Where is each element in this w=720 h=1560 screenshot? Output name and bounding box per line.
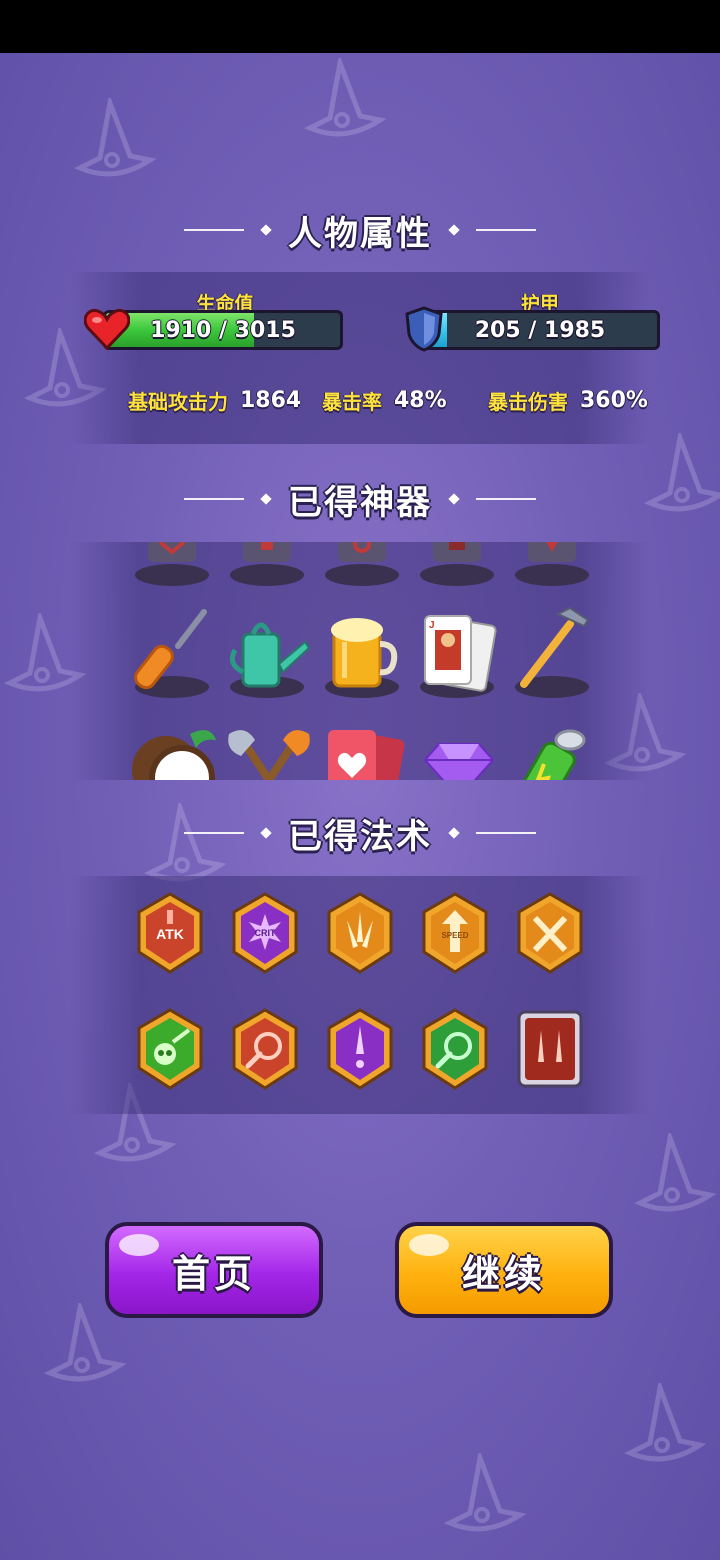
artifact-item[interactable] bbox=[225, 542, 315, 592]
artifact-grid[interactable]: J bbox=[70, 542, 650, 780]
crit-up-spell-icon[interactable]: CRIT bbox=[230, 892, 300, 974]
svg-text:J: J bbox=[429, 620, 435, 631]
beer-mug-icon[interactable] bbox=[320, 594, 410, 704]
crit-damage-label: 暴击伤害 bbox=[488, 389, 568, 414]
multishot-spell-icon[interactable] bbox=[325, 892, 395, 974]
continue-button-label: 继续 bbox=[461, 1251, 546, 1296]
crossed-swords-spell-icon[interactable] bbox=[515, 892, 585, 974]
witch-hat-icon bbox=[444, 1453, 527, 1532]
witch-hat-icon bbox=[44, 1303, 127, 1382]
watering-can-icon[interactable] bbox=[225, 594, 315, 704]
spells-section-title: 已得法术 bbox=[0, 808, 720, 858]
artifact-item[interactable] bbox=[130, 542, 220, 592]
crit-damage-stat: 暴击伤害 360% bbox=[488, 384, 648, 416]
playing-card-jack-icon[interactable]: J bbox=[415, 594, 505, 704]
status-bar bbox=[0, 0, 720, 53]
spells-title: 已得法术 bbox=[288, 816, 432, 857]
armor-bar: 205 / 1985 bbox=[420, 310, 660, 350]
artifact-item[interactable] bbox=[415, 542, 505, 592]
artifact-item[interactable] bbox=[510, 542, 600, 592]
crit-rate-label: 暴击率 bbox=[322, 389, 382, 414]
attack-value: 1864 bbox=[240, 387, 302, 413]
continue-button[interactable]: 继续 bbox=[395, 1222, 613, 1318]
heart-card-icon[interactable] bbox=[320, 714, 410, 780]
coconut-icon[interactable] bbox=[130, 714, 220, 780]
speed-up-spell-icon[interactable]: SPEED bbox=[420, 892, 490, 974]
poison-skull-spell-icon[interactable] bbox=[135, 1008, 205, 1090]
attack-label: 基础攻击力 bbox=[128, 389, 228, 414]
crit-spell-label: CRIT bbox=[255, 928, 276, 938]
diamond-icon[interactable] bbox=[415, 714, 505, 780]
battery-icon[interactable] bbox=[510, 714, 600, 780]
health-value: 1910 / 3015 bbox=[150, 317, 296, 343]
green-orb-spell-icon[interactable] bbox=[420, 1008, 490, 1090]
crit-rate-value: 48% bbox=[394, 387, 447, 413]
armor-value: 205 / 1985 bbox=[474, 317, 606, 343]
atk-spell-label: ATK bbox=[156, 926, 184, 942]
artifacts-title: 已得神器 bbox=[288, 482, 432, 523]
attributes-title: 人物属性 bbox=[288, 213, 432, 254]
heart-icon bbox=[84, 309, 130, 350]
attributes-section-title: 人物属性 bbox=[0, 205, 720, 255]
crit-rate-stat: 暴击率 48% bbox=[322, 384, 447, 416]
artifacts-section-title: 已得神器 bbox=[0, 474, 720, 524]
witch-hat-icon bbox=[74, 98, 157, 177]
double-arrow-spell-icon[interactable] bbox=[515, 1008, 585, 1090]
health-bar: 1910 / 3015 bbox=[103, 310, 343, 350]
piercing-arrow-spell-icon[interactable] bbox=[325, 1008, 395, 1090]
crit-damage-value: 360% bbox=[580, 387, 648, 413]
witch-hat-icon bbox=[624, 1383, 707, 1462]
witch-hat-icon bbox=[304, 58, 387, 137]
atk-up-spell-icon[interactable]: ATK bbox=[135, 892, 205, 974]
witch-hat-icon bbox=[634, 1133, 717, 1212]
speed-spell-label: SPEED bbox=[441, 931, 468, 940]
home-button-label: 首页 bbox=[171, 1251, 256, 1296]
home-button[interactable]: 首页 bbox=[105, 1222, 323, 1318]
crossed-axes-icon[interactable] bbox=[225, 714, 315, 780]
artifact-item[interactable] bbox=[320, 542, 410, 592]
attack-stat: 基础攻击力 1864 bbox=[128, 384, 301, 416]
shield-icon bbox=[405, 306, 443, 352]
fire-orb-spell-icon[interactable] bbox=[230, 1008, 300, 1090]
screwdriver-icon[interactable] bbox=[130, 594, 220, 704]
hammer-icon[interactable] bbox=[510, 594, 600, 704]
